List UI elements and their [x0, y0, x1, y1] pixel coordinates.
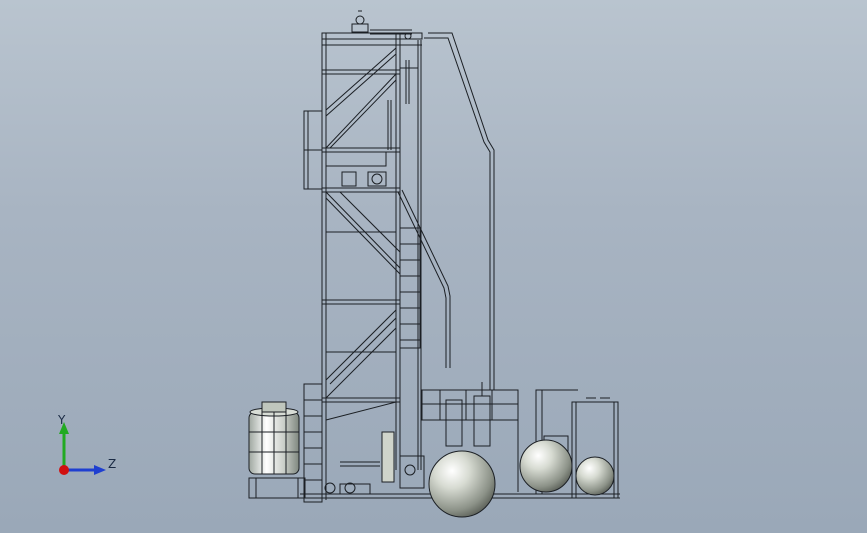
main-tower-frame[interactable]: [321, 32, 423, 500]
tower-ladder-upper[interactable]: [399, 227, 421, 349]
orientation-triad: Y Z: [57, 413, 116, 475]
large-spherical-tank[interactable]: [428, 450, 496, 518]
plant-assembly-model[interactable]: [0, 0, 867, 533]
main-duct-pipe[interactable]: [397, 32, 495, 390]
tower-top-fittings: [351, 10, 412, 40]
tower-ladder-lower[interactable]: [303, 383, 323, 503]
y-axis-label: Y: [57, 413, 66, 427]
tower-side-cage: [303, 110, 323, 190]
cad-viewport[interactable]: Y Z: [0, 0, 867, 533]
medium-spherical-tank[interactable]: [519, 439, 573, 493]
platform-equipment[interactable]: [325, 100, 392, 187]
cooling-tower[interactable]: [248, 401, 306, 499]
small-spherical-tank[interactable]: [575, 456, 615, 496]
z-axis-label: Z: [108, 457, 116, 471]
